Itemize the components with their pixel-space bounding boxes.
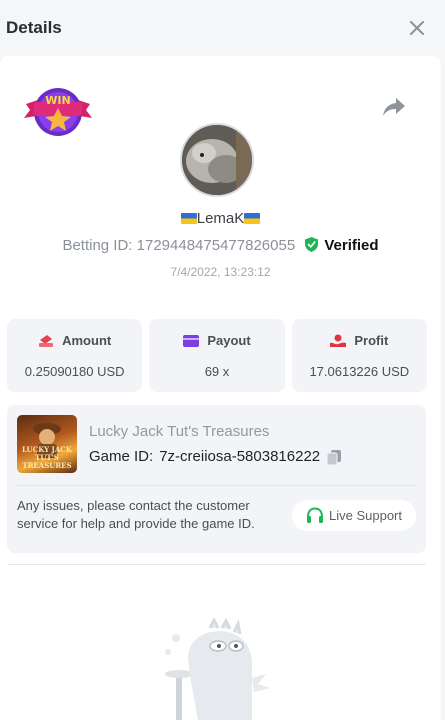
game-name[interactable]: Lucky Jack Tut's Treasures (89, 423, 269, 440)
flag-icon (244, 213, 261, 224)
headset-icon (307, 507, 323, 523)
bet-date: 7/4/2022, 13:23:12 (170, 265, 271, 279)
share-icon[interactable] (381, 96, 407, 118)
game-card: LUCKY JACK TUT'S TREASURES Lucky Jack Tu… (7, 405, 426, 553)
game-id-value: 7z-creiiosa-5803816222 (159, 448, 321, 465)
support-message: Any issues, please contact the customer … (17, 498, 255, 531)
betting-id-value: 1729448475477826055 (136, 237, 296, 254)
username-text: LemaK (196, 210, 245, 227)
stat-profit-label: Profit (354, 333, 389, 348)
badge-text: WIN (45, 94, 70, 107)
stats-row: Amount 0.25090180 USD Payout 69 x Profit… (7, 319, 427, 392)
profit-icon (330, 334, 347, 347)
stat-payout-label: Payout (207, 333, 251, 348)
avatar-image (182, 125, 252, 195)
game-id-row: Game ID: 7z-creiiosa-5803816222 (89, 448, 342, 465)
header: Details (0, 0, 445, 56)
page-title: Details (6, 18, 62, 37)
live-support-button[interactable]: Live Support (292, 500, 416, 531)
stat-payout-value: 69 x (204, 364, 230, 379)
divider (17, 485, 416, 486)
avatar (180, 123, 254, 197)
live-support-label: Live Support (329, 508, 402, 523)
thumb-caption-line-2: TUT'S TREASURES (22, 453, 72, 470)
win-badge-icon: WIN (24, 88, 92, 136)
card-icon (183, 334, 200, 347)
stat-amount-label: Amount (62, 333, 112, 348)
betting-id-row: Betting ID: 1729448475477826055 Verified (0, 237, 441, 254)
stat-payout: Payout 69 x (149, 319, 285, 392)
game-thumbnail[interactable]: LUCKY JACK TUT'S TREASURES (17, 415, 77, 473)
close-button[interactable] (405, 16, 429, 40)
game-id-label: Game ID: (89, 448, 154, 465)
betting-id-label: Betting ID: (62, 237, 133, 254)
stat-amount: Amount 0.25090180 USD (7, 319, 143, 392)
shield-check-icon (305, 237, 319, 252)
stat-profit-value: 17.0613226 USD (309, 364, 410, 379)
mascot-illustration (165, 618, 270, 720)
game-thumbnail-caption: LUCKY JACK TUT'S TREASURES (17, 446, 77, 470)
details-panel: WIN LemaK Betting ID: 172944847547782605… (0, 56, 441, 720)
flag-icon (180, 213, 197, 224)
username: LemaK (0, 210, 441, 227)
verified-label: Verified (324, 237, 379, 254)
divider (7, 564, 426, 565)
close-icon (410, 21, 424, 35)
stat-amount-value: 0.25090180 USD (24, 364, 125, 379)
copy-icon[interactable] (326, 449, 342, 465)
amount-icon (39, 334, 54, 347)
stat-profit: Profit 17.0613226 USD (291, 319, 427, 392)
